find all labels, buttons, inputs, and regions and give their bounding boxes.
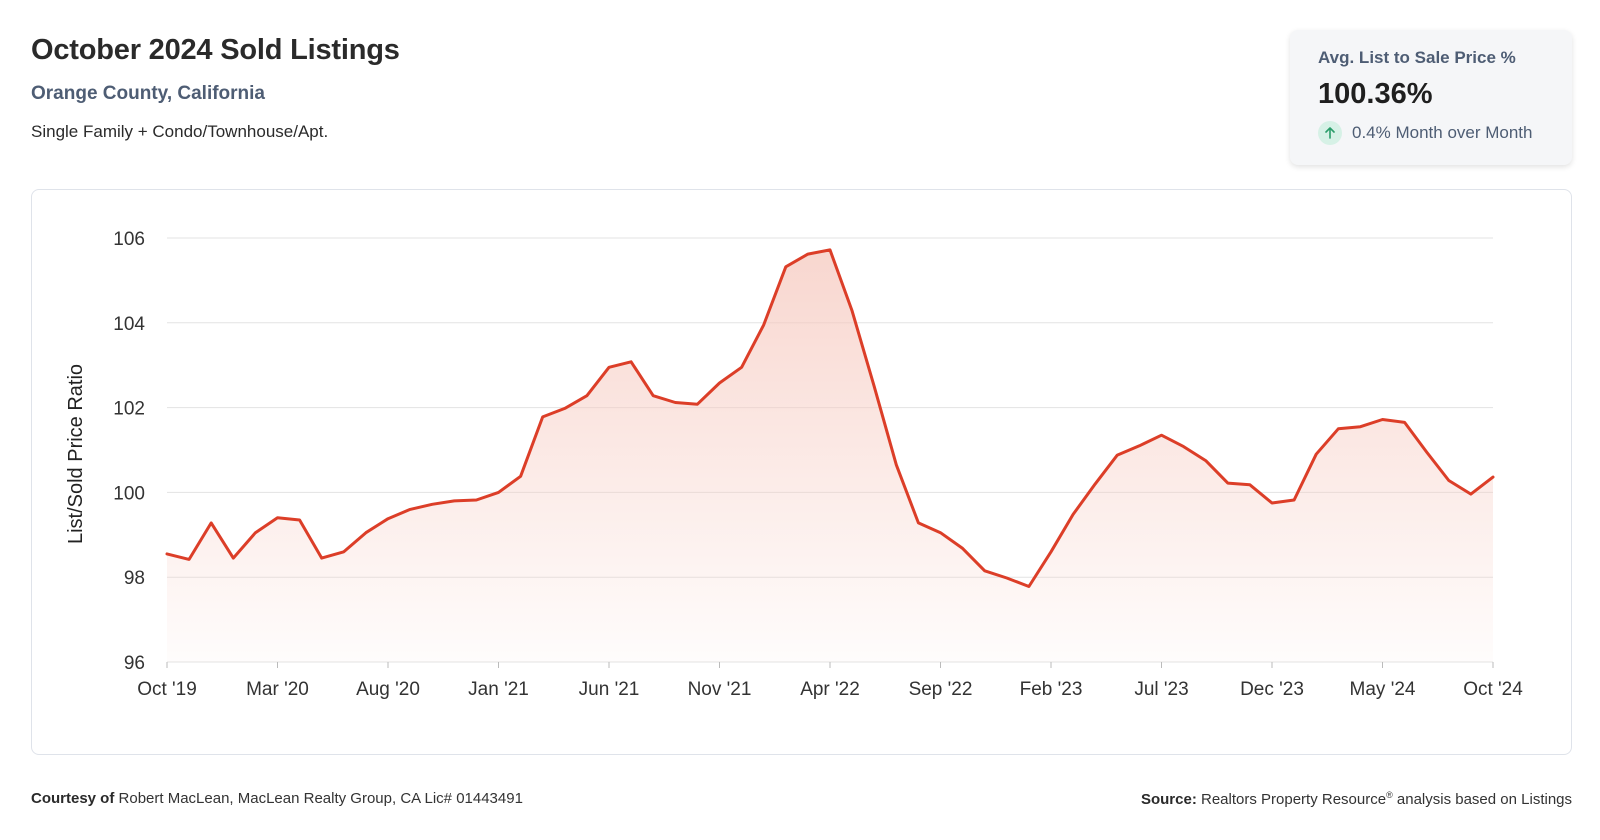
source-label: Source:: [1140, 791, 1197, 808]
x-tick-label: Jun '21: [579, 679, 640, 700]
y-tick-label: 106: [113, 229, 145, 250]
x-tick-label: May '24: [1350, 679, 1416, 700]
y-tick-label: 100: [113, 483, 145, 504]
y-tick-label: 96: [124, 653, 145, 674]
x-tick-label: Sep '22: [909, 679, 973, 700]
y-axis-label: List/Sold Price Ratio: [65, 364, 87, 544]
x-tick-label: Dec '23: [1240, 679, 1304, 700]
x-tick-label: Feb '23: [1020, 679, 1083, 700]
x-tick-label: Aug '20: [356, 679, 420, 700]
y-tick-label: 98: [124, 568, 145, 589]
x-tick-label: Jul '23: [1134, 679, 1188, 700]
list-to-sale-chart: 96 98 100 102 104 106 Oct '19 Mar '20 Aug '20 Jan…: [65, 229, 1523, 700]
x-tick-label: Jan '21: [468, 679, 529, 700]
kpi-card: Avg. List to Sale Price % 100.36% 0.4% M…: [1290, 30, 1572, 165]
courtesy-text: Robert MacLean, MacLean Realty Group, CA…: [118, 790, 523, 807]
x-tick-label: Oct '24: [1463, 679, 1523, 700]
kpi-change: 0.4% Month over Month: [1318, 121, 1544, 145]
y-tick-label: 104: [113, 314, 145, 335]
location-subtitle: Orange County, California: [31, 83, 266, 104]
header: October 2024 Sold Listings Orange County…: [31, 34, 400, 142]
x-tick-label: Apr '22: [800, 679, 860, 700]
courtesy-label: Courtesy of: [31, 790, 115, 807]
x-tick-label: Mar '20: [246, 679, 309, 700]
page-title: October 2024 Sold Listings: [31, 34, 400, 66]
source-text: Realtors Property Resource: [1201, 791, 1387, 808]
arrow-up-icon: [1318, 121, 1342, 145]
footer-courtesy: Courtesy of Robert MacLean, MacLean Real…: [31, 790, 523, 807]
x-tick-label: Nov '21: [688, 679, 752, 700]
x-tick-label: Oct '19: [137, 679, 197, 700]
kpi-label: Avg. List to Sale Price %: [1318, 48, 1516, 67]
property-types: Single Family + Condo/Townhouse/Apt.: [31, 122, 329, 141]
kpi-change-text: 0.4% Month over Month: [1352, 123, 1533, 142]
y-tick-label: 102: [113, 399, 145, 420]
area-fill: [167, 249, 1493, 662]
footer-source: Source: Realtors Property Resource® anal…: [1141, 790, 1572, 808]
registered-mark: ®: [1386, 790, 1393, 800]
kpi-value: 100.36%: [1318, 78, 1433, 110]
chart-panel: 96 98 100 102 104 106 Oct '19 Mar '20 Aug '20 Jan…: [31, 189, 1572, 755]
source-suffix: analysis based on Listings: [1396, 791, 1572, 808]
